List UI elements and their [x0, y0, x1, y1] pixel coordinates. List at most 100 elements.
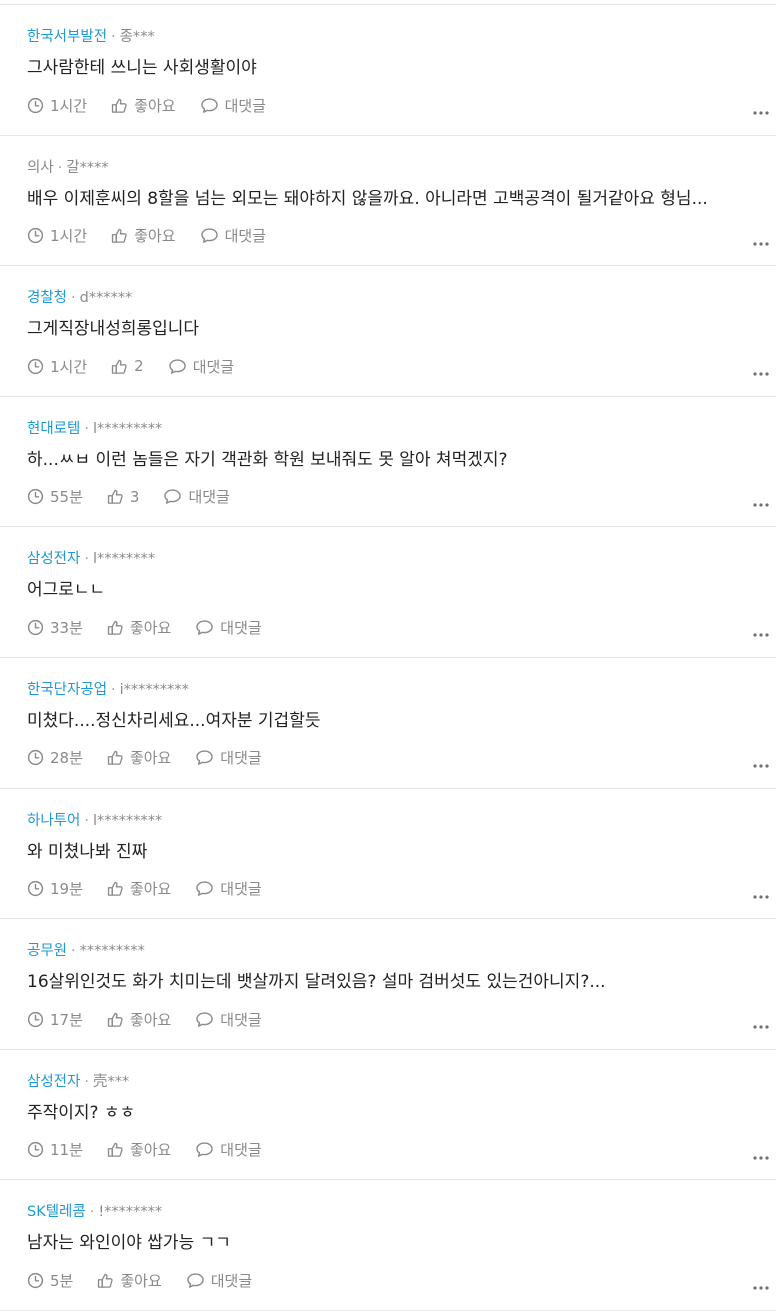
reply-button[interactable]: 대댓글 [200, 225, 266, 246]
reply-button[interactable]: 대댓글 [168, 356, 234, 377]
time-label: 5분 [50, 1271, 74, 1290]
comment-text: 그사람한테 쓰니는 사회생활이야 [27, 58, 257, 78]
more-dots-icon[interactable] [752, 362, 770, 376]
company-name[interactable]: 공무원 [27, 943, 67, 959]
time-label: 17분 [50, 1010, 83, 1029]
reply-label: 대댓글 [220, 749, 262, 768]
reply-label: 대댓글 [188, 488, 230, 507]
comment-actions: 28분 좋아요 대댓글 [27, 746, 286, 770]
reply-button[interactable]: 대댓글 [195, 1009, 262, 1030]
more-dots-icon[interactable] [752, 1146, 770, 1160]
clock-icon [27, 227, 50, 244]
more-dots-icon[interactable] [752, 1276, 770, 1290]
comment-time: 11분 [27, 1139, 83, 1160]
like-label: 좋아요 [129, 880, 172, 899]
comment-text: 미쳤다....정신차리세요...여자분 기겁할듯 [27, 710, 321, 731]
meta-separator: · [84, 420, 89, 437]
meta-separator: · [89, 1204, 95, 1221]
comment-text: 그게직장내성희롱입니다 [27, 319, 200, 340]
reply-button[interactable]: 대댓글 [186, 1270, 252, 1291]
company-name[interactable]: 현대로템 [27, 421, 80, 437]
comment-text: 배우 이제훈씨의 8할을 넘는 외모는 돼야하지 않을까요. 아니라면 고백공격… [27, 188, 708, 209]
speech-bubble-icon [195, 749, 220, 766]
like-button[interactable]: 좋아요 [111, 225, 176, 246]
comment-time: 1시간 [27, 356, 87, 377]
reply-button[interactable]: 대댓글 [200, 95, 266, 116]
reply-button[interactable]: 대댓글 [195, 878, 262, 899]
more-dots-icon[interactable] [752, 623, 770, 637]
comment-text: 남자는 와인이야 쌉가능 ㄱㄱ [27, 1233, 231, 1254]
like-label: 좋아요 [120, 1271, 162, 1290]
more-dots-icon[interactable] [752, 232, 770, 246]
company-name[interactable]: 한국단자공업 [27, 682, 107, 698]
reply-button[interactable]: 대댓글 [195, 617, 262, 638]
like-button[interactable]: 좋아요 [107, 617, 171, 638]
reply-button[interactable]: 대댓글 [163, 486, 230, 507]
like-label: 좋아요 [129, 618, 172, 637]
comment-actions: 19분 좋아요 대댓글 [27, 877, 286, 901]
company-name[interactable]: 한국서부발전 [27, 29, 107, 45]
company-name[interactable]: 하나투어 [27, 813, 80, 829]
comment-item: 경찰청 · d****** 그게직장내성희롱입니다 1시간 2 대댓글 [0, 266, 776, 397]
time-label: 11분 [50, 1141, 83, 1160]
like-label: 좋아요 [129, 1141, 172, 1160]
company-name[interactable]: 삼성전자 [27, 1074, 80, 1090]
time-label: 19분 [50, 880, 83, 899]
time-label: 1시간 [50, 227, 88, 246]
company-name[interactable]: 삼성전자 [27, 551, 80, 567]
like-button[interactable]: 좋아요 [107, 1009, 171, 1030]
comment-actions: 1시간 좋아요 대댓글 [27, 224, 290, 248]
clock-icon [27, 1141, 50, 1158]
comment-actions: 17분 좋아요 대댓글 [27, 1007, 286, 1031]
more-dots-icon[interactable] [752, 885, 770, 899]
comment-item: SK텔레콤 · !******** 남자는 와인이야 쌉가능 ㄱㄱ 5분 좋아요 대댓글 [0, 1180, 776, 1311]
company-name[interactable]: 의사 [27, 160, 54, 176]
reply-button[interactable]: 대댓글 [195, 1139, 262, 1160]
more-dots-icon[interactable] [752, 101, 770, 115]
speech-bubble-icon [195, 1141, 220, 1158]
username: i********* [119, 681, 189, 698]
like-button[interactable]: 좋아요 [97, 1270, 162, 1291]
clock-icon [27, 97, 50, 114]
like-button[interactable]: 2 [111, 357, 144, 375]
username: ********* [79, 943, 145, 960]
comment-actions: 5분 좋아요 대댓글 [27, 1268, 276, 1292]
comment-text: 와 미쳤나봐 진짜 [27, 841, 148, 862]
like-button[interactable]: 좋아요 [107, 1139, 171, 1160]
comment-text: 16살위인것도 화가 치미는데 뱃살까지 달려있음? 설마 검버섯도 있는건아니… [27, 972, 606, 993]
thumbs-up-icon [97, 1272, 120, 1289]
comment-time: 55분 [27, 486, 83, 507]
thumbs-up-icon [107, 1141, 130, 1158]
meta-separator: · [84, 551, 89, 568]
like-button[interactable]: 좋아요 [107, 878, 171, 899]
reply-label: 대댓글 [210, 1271, 253, 1290]
comment-meta: 삼성전자 · l******** [27, 549, 155, 569]
username: d****** [79, 290, 133, 307]
comment-text: 주작이지? ㅎㅎ [27, 1102, 136, 1123]
username: l******** [92, 551, 156, 568]
company-name[interactable]: SK텔레콤 [27, 1204, 86, 1220]
reply-label: 대댓글 [220, 1141, 262, 1160]
like-button[interactable]: 좋아요 [111, 95, 176, 116]
comment-item: 한국단자공업 · i********* 미쳤다....정신차리세요...여자분 기겁할… [0, 658, 776, 789]
reply-button[interactable]: 대댓글 [195, 747, 262, 768]
like-button[interactable]: 좋아요 [107, 747, 171, 768]
clock-icon [27, 749, 50, 766]
thumbs-up-icon [107, 749, 130, 766]
speech-bubble-icon [168, 358, 193, 375]
meta-separator: · [84, 1073, 89, 1090]
username: 壳*** [92, 1073, 130, 1090]
like-button[interactable]: 3 [107, 488, 139, 506]
reply-label: 대댓글 [224, 96, 266, 115]
company-name[interactable]: 경찰청 [27, 290, 67, 306]
speech-bubble-icon [163, 488, 188, 505]
username: !******** [98, 1204, 163, 1221]
comment-meta: 현대로템 · l********* [27, 419, 162, 439]
clock-icon [27, 358, 50, 375]
time-label: 28분 [50, 749, 83, 768]
meta-separator: · [71, 290, 76, 307]
comment-list: 한국서부발전 · 종*** 그사람한테 쓰니는 사회생활이야 1시간 좋아요 대댓글 의사 · 갈… [0, 5, 776, 1311]
more-dots-icon[interactable] [752, 1015, 770, 1029]
more-dots-icon[interactable] [752, 754, 770, 768]
more-dots-icon[interactable] [752, 493, 770, 507]
